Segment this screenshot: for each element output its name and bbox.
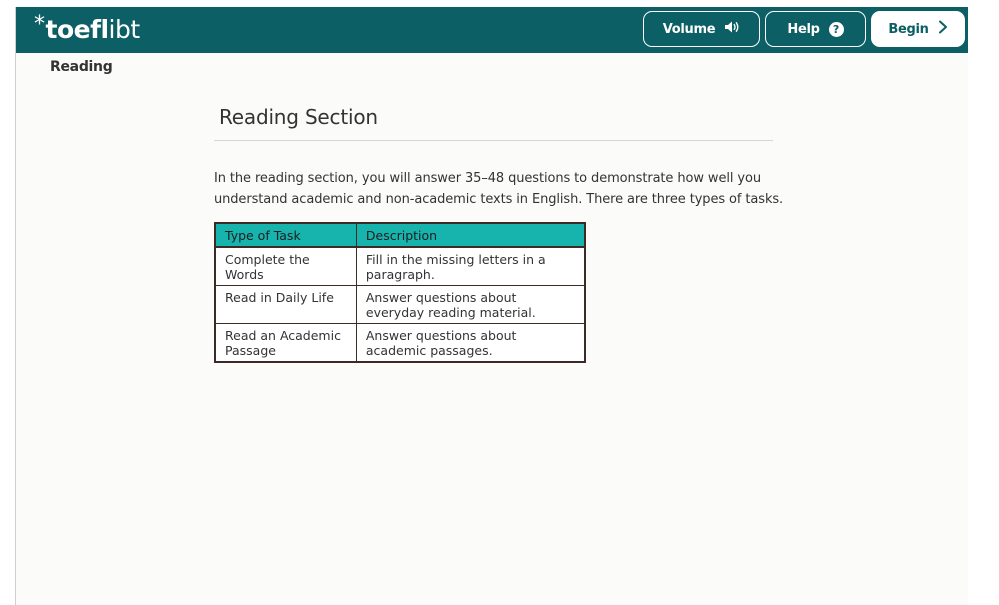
breadcrumb: Reading [50, 59, 113, 75]
chevron-right-icon [938, 20, 948, 38]
task-types-table: Type of Task Description Complete the Wo… [214, 222, 586, 363]
table-row: Complete the Words Fill in the missing l… [214, 246, 586, 286]
header-bar: *toeflibt Volume Help ? Begin [16, 7, 968, 53]
task-type-cell: Read an Academic Passage [214, 323, 357, 363]
task-description-cell: Answer questions about everyday reading … [355, 285, 586, 324]
column-header-type: Type of Task [214, 222, 357, 248]
help-button[interactable]: Help ? [765, 11, 866, 47]
begin-button[interactable]: Begin [871, 11, 965, 47]
task-description-cell: Answer questions about academic passages… [355, 323, 586, 363]
volume-button[interactable]: Volume [643, 11, 760, 47]
toefl-ibt-logo: *toeflibt [34, 12, 140, 44]
task-type-cell: Read in Daily Life [214, 285, 357, 324]
task-type-cell: Complete the Words [214, 246, 357, 286]
table-row: Read an Academic Passage Answer question… [214, 323, 586, 363]
table-row: Read in Daily Life Answer questions abou… [214, 285, 586, 324]
page-title: Reading Section [219, 105, 378, 129]
help-button-label: Help [787, 21, 820, 37]
begin-button-label: Begin [888, 21, 929, 37]
speaker-volume-icon [724, 20, 740, 38]
question-circle-icon: ? [828, 21, 844, 37]
volume-button-label: Volume [662, 21, 716, 37]
task-description-cell: Fill in the missing letters in a paragra… [355, 246, 586, 286]
test-window: *toeflibt Volume Help ? Begin Reading Re… [15, 7, 968, 605]
title-divider [214, 140, 773, 141]
column-header-description: Description [355, 222, 586, 248]
intro-paragraph: In the reading section, you will answer … [214, 171, 784, 207]
table-header-row: Type of Task Description [214, 222, 586, 248]
